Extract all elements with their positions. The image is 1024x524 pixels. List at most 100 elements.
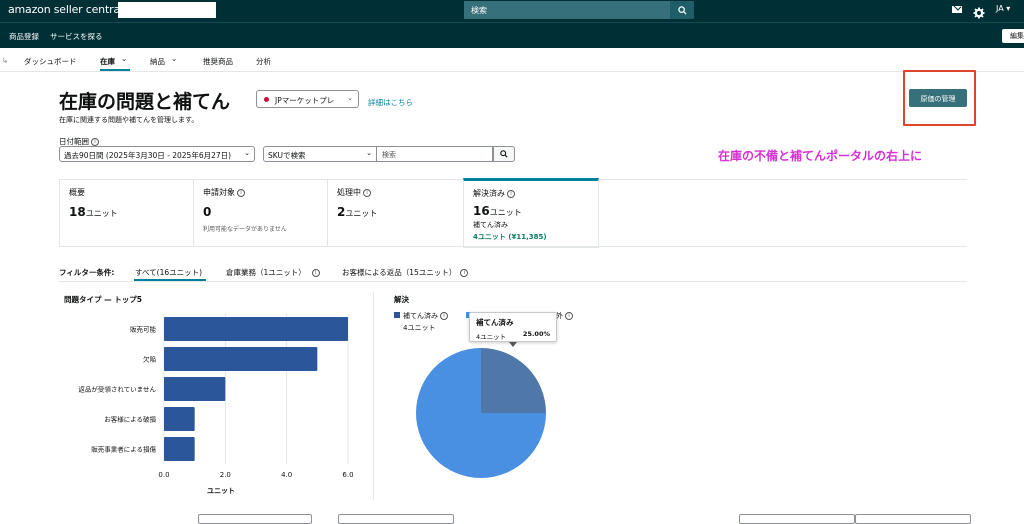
card-sub-label: 補てん済み — [473, 221, 508, 229]
info-icon[interactable]: i — [311, 269, 320, 277]
issue-type-bar-chart: 0.0 2.0 4.0 6.0 販売可能欠陥返品が受領されていませんお客様による破損販売… — [78, 314, 354, 495]
panel-divider — [373, 292, 374, 500]
sku-search-type-value: SKUで検索 — [268, 151, 306, 160]
x-tick-label: 4.0 — [281, 471, 292, 479]
sku-search-type-select[interactable]: SKUで検索 ⌄ — [263, 146, 377, 162]
date-range-value: 過去90日間 (2025年3月30日 - 2025年6月27日) — [64, 151, 232, 160]
marketplace-selector[interactable]: JPマーケットプレ ⌄ — [256, 90, 359, 108]
chart-tooltip: 補てん済み 4ユニット 25.00% — [469, 312, 557, 342]
bookmark-explore-services[interactable]: サービスを探る — [50, 31, 103, 42]
bar[interactable] — [164, 317, 348, 341]
card-overview[interactable]: 概要 18ユニット — [59, 180, 193, 247]
global-search-button[interactable] — [670, 1, 694, 19]
filter-tab-customer-returns[interactable]: お客様による返品（15ユニット） i — [342, 267, 469, 278]
amazon-seller-central-logo[interactable]: amazon seller central — [8, 3, 123, 16]
legend-swatch — [394, 312, 400, 318]
tooltip-arrow — [509, 342, 517, 347]
gear-icon[interactable] — [973, 4, 985, 23]
search-icon — [677, 5, 687, 15]
annotation-text: 在庫の不備と補てんポータルの右上に — [718, 149, 923, 163]
store-selector[interactable] — [118, 2, 216, 18]
resolve-title: 解決 — [394, 295, 409, 304]
sku-search-input[interactable]: 検索 — [377, 146, 493, 162]
card-value: 2ユニット — [337, 205, 378, 219]
y-category-label: 販売可能 — [130, 325, 157, 334]
resolve-pie-chart — [416, 348, 546, 478]
search-icon — [500, 150, 508, 158]
card-value: 18ユニット — [69, 205, 118, 219]
sku-search-button[interactable] — [493, 146, 515, 162]
legend-item-other[interactable]: 外i — [556, 311, 573, 321]
summary-cards: 概要 18ユニット 申請対象 i 0 利用可能なデータがありません 処理中 i 2ユ… — [59, 178, 967, 248]
info-icon[interactable]: i — [91, 138, 99, 146]
language-selector[interactable]: JA ▾ — [996, 4, 1010, 13]
info-icon[interactable]: i — [507, 189, 515, 198]
y-category-label: お客様による破損 — [104, 415, 156, 424]
filter-divider — [59, 281, 967, 282]
bottom-search[interactable] — [855, 514, 971, 524]
chevron-down-icon: ⌄ — [171, 54, 178, 63]
x-tick-label: 0.0 — [158, 471, 169, 479]
nav-item-dashboard[interactable]: ダッシュボード — [24, 56, 77, 67]
nav-item-inventory[interactable]: 在庫 — [100, 56, 115, 67]
y-category-label: 販売事業者による損傷 — [91, 445, 156, 454]
edit-bookmarks-button[interactable]: 編集 — [1002, 29, 1024, 43]
bottom-select[interactable] — [739, 514, 855, 524]
chevron-down-icon: ⌄ — [366, 149, 372, 157]
page-subtitle: 在庫に関連する問題や補てんを管理します。 — [59, 116, 199, 124]
y-category-label: 返品が受領されていません — [78, 385, 156, 394]
details-link[interactable]: 詳細はこちら — [368, 97, 413, 108]
breadcrumb-arrow: ↳ — [2, 56, 9, 65]
global-search-input[interactable]: 検索 — [464, 1, 670, 19]
bookmark-bar: 商品登録 サービスを探る 編集 — [0, 22, 1024, 48]
main-nav: ↳ ダッシュボード 在庫 ⌄ 納品 ⌄ 推奨商品 分析 — [0, 48, 1024, 72]
card-in-progress[interactable]: 処理中 i 2ユニット — [327, 180, 463, 247]
card-label: 申請対象 i — [203, 187, 318, 198]
card-label: 処理中 i — [337, 187, 454, 198]
info-icon[interactable]: i — [440, 312, 448, 320]
bookmark-add-product[interactable]: 商品登録 — [9, 31, 39, 42]
date-range-select[interactable]: 過去90日間 (2025年3月30日 - 2025年6月27日) ⌄ — [59, 146, 255, 162]
card-note: 利用可能なデータがありません — [203, 226, 287, 233]
card-claimable[interactable]: 申請対象 i 0 利用可能なデータがありません — [193, 180, 327, 247]
card-value: 16ユニット — [473, 204, 522, 218]
card-sub-value: 4ユニット (¥11,385) — [473, 233, 547, 241]
chevron-down-icon: ⌄ — [121, 54, 128, 63]
marketplace-label: JPマーケットプレ — [275, 96, 335, 105]
info-icon[interactable]: i — [460, 269, 469, 277]
card-value: 0 — [203, 205, 212, 219]
bar[interactable] — [164, 377, 226, 401]
nav-active-indicator — [100, 69, 130, 71]
bottom-select[interactable] — [338, 514, 454, 524]
card-label: 解決済み i — [473, 188, 589, 199]
legend-value: 4ユニット — [403, 324, 436, 332]
nav-item-recommended[interactable]: 推奨商品 — [203, 56, 233, 67]
manage-cost-button[interactable]: 原価の管理 — [909, 89, 967, 107]
info-icon[interactable]: i — [363, 188, 371, 197]
filter-tab-all[interactable]: すべて(16ユニット) — [135, 267, 202, 278]
filter-label: フィルター条件: — [59, 268, 115, 277]
card-resolved[interactable]: 解決済み i 16ユニット 補てん済み 4ユニット (¥11,385) — [463, 178, 599, 248]
japan-flag-icon — [264, 97, 269, 102]
bar[interactable] — [164, 407, 195, 431]
page-title: 在庫の問題と補てん — [59, 91, 231, 113]
bar-chart-title: 問題タイプ — トップ5 — [64, 295, 142, 304]
chevron-down-icon: ⌄ — [347, 94, 353, 102]
filter-tab-warehouse[interactable]: 倉庫業務（1ユニット） i — [226, 267, 320, 278]
bar[interactable] — [164, 347, 318, 371]
tooltip-title: 補てん済み — [476, 318, 514, 327]
info-icon[interactable]: i — [237, 188, 245, 197]
mail-icon[interactable] — [952, 6, 962, 13]
chevron-down-icon: ⌄ — [244, 149, 250, 157]
pie-slice-reimbursed[interactable] — [481, 348, 546, 413]
card-label: 概要 — [69, 188, 85, 197]
tooltip-percent: 25.00% — [522, 330, 550, 338]
nav-item-shipments[interactable]: 納品 — [150, 56, 165, 67]
bar[interactable] — [164, 437, 195, 461]
legend-item-reimbursed[interactable]: 補てん済み i — [394, 311, 448, 321]
x-axis-label: ユニット — [207, 487, 235, 495]
bottom-select[interactable] — [198, 514, 312, 524]
nav-item-analytics[interactable]: 分析 — [256, 56, 271, 67]
top-bar: amazon seller central 検索 JA ▾ — [0, 0, 1024, 22]
info-icon[interactable]: i — [565, 312, 573, 320]
